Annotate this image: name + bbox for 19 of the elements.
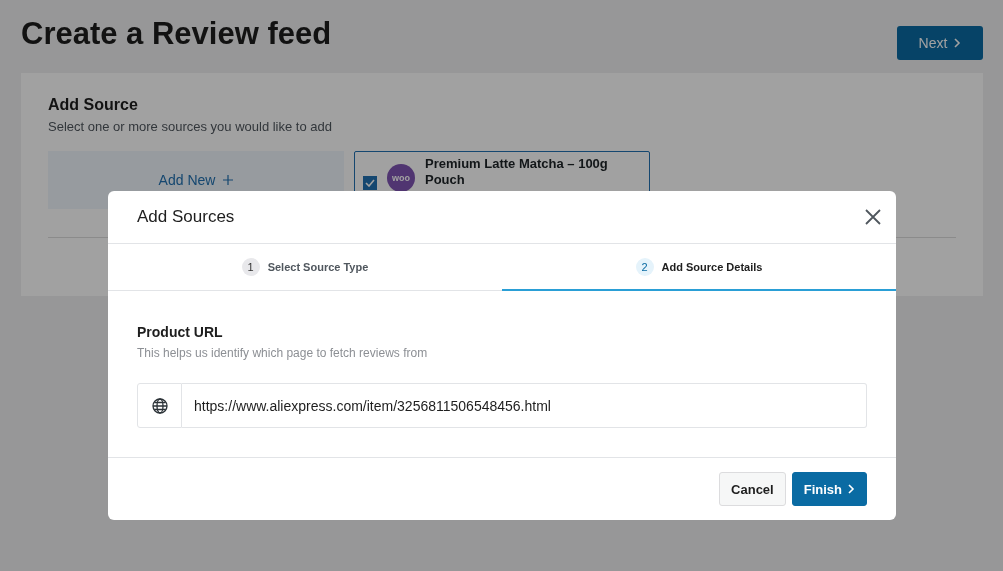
cancel-button[interactable]: Cancel xyxy=(719,472,786,506)
step-tab[interactable]: 1 Select Source Type xyxy=(108,244,502,291)
modal-title: Add Sources xyxy=(137,207,235,227)
url-input-field[interactable]: https://www.aliexpress.com/item/3256811506548456.html xyxy=(182,383,867,428)
page-title: Create a Review feed xyxy=(21,16,332,52)
field-hint: This helps us identify which page to fetch reviews from xyxy=(137,346,429,360)
chevron-right-icon xyxy=(847,484,855,494)
globe-icon xyxy=(151,397,168,414)
step-tab[interactable]: 2 Add Source Details xyxy=(502,244,896,291)
next-button[interactable]: Next xyxy=(897,26,983,60)
store-logo: woo xyxy=(387,164,415,192)
field-label: Product URL xyxy=(137,324,224,340)
finish-button[interactable]: Finish xyxy=(791,472,867,506)
section-subtitle: Select one or more sources you would like to add xyxy=(48,119,333,134)
checkbox[interactable] xyxy=(363,176,377,190)
source-name: Premium Latte Matcha – 100g Pouch xyxy=(425,156,609,188)
section-title: Add Source xyxy=(48,96,139,114)
plus-icon xyxy=(223,175,234,185)
chevron-right-icon xyxy=(953,38,962,48)
